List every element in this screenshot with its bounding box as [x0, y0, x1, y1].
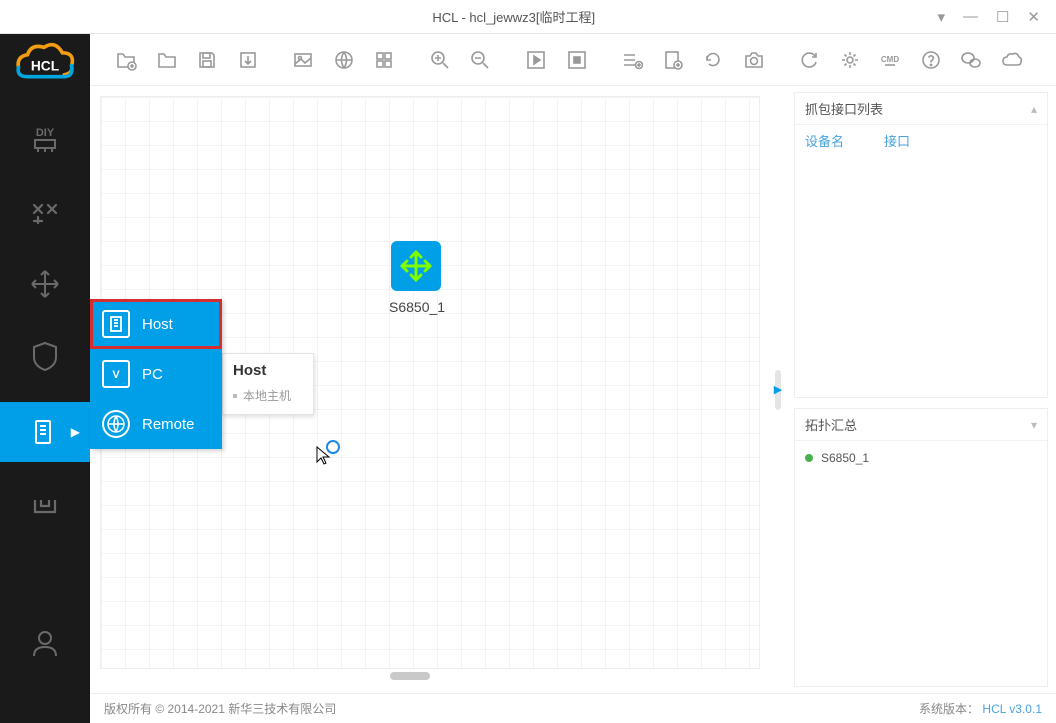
- col-interface[interactable]: 接口: [884, 131, 910, 150]
- new-project-button[interactable]: [110, 43, 142, 77]
- right-panels: 抓包接口列表 ▴ 设备名 接口 拓扑汇总 ▾ S6850_1: [786, 86, 1056, 693]
- scrollbar-thumb[interactable]: [390, 672, 430, 680]
- sidebar-router-icon[interactable]: [23, 262, 67, 306]
- window-title: HCL - hcl_jewwz3[临时工程]: [90, 7, 937, 26]
- panel-header: 抓包接口列表 ▴: [795, 93, 1047, 125]
- list-item-label: S6850_1: [821, 451, 869, 465]
- topology-panel: 拓扑汇总 ▾ S6850_1: [794, 408, 1048, 687]
- cmd-button[interactable]: CMD: [874, 43, 906, 77]
- host-icon: [102, 310, 130, 338]
- horizontal-scrollbar[interactable]: [100, 669, 760, 683]
- pc-icon: V: [102, 360, 130, 388]
- left-sidebar: HCL DIY ▶: [0, 34, 90, 723]
- sidebar-firewall-icon[interactable]: [23, 334, 67, 378]
- stop-button[interactable]: [560, 43, 592, 77]
- export-button[interactable]: [231, 43, 263, 77]
- titlebar: HCL - hcl_jewwz3[临时工程] ▾ — ☐ ✕: [0, 0, 1056, 34]
- maximize-button[interactable]: ☐: [996, 8, 1009, 26]
- capture-panel: 抓包接口列表 ▴ 设备名 接口: [794, 92, 1048, 398]
- sidebar-link-icon[interactable]: [23, 486, 67, 530]
- page-add-button[interactable]: [657, 43, 689, 77]
- submenu-label: Host: [142, 316, 173, 333]
- status-bar: 版权所有 © 2014-2021 新华三技术有限公司 系统版本： HCL v3.…: [90, 693, 1056, 723]
- wechat-button[interactable]: [955, 43, 987, 77]
- svg-text:DIY: DIY: [36, 127, 55, 139]
- zoom-in-button[interactable]: [424, 43, 456, 77]
- chevron-right-icon: ▶: [71, 425, 80, 439]
- svg-text:HCL: HCL: [31, 58, 59, 73]
- cloud-button[interactable]: [995, 43, 1027, 77]
- collapse-icon[interactable]: ▾: [1031, 418, 1037, 432]
- save-button[interactable]: [191, 43, 223, 77]
- remote-icon: [102, 410, 130, 438]
- tooltip-desc: 本地主机: [233, 387, 303, 404]
- list-item[interactable]: S6850_1: [805, 449, 1037, 467]
- help-button[interactable]: [915, 43, 947, 77]
- panel-collapse-handle[interactable]: ▶: [770, 86, 786, 693]
- sidebar-endpoint-icon[interactable]: ▶: [0, 402, 90, 462]
- collapse-icon[interactable]: ▴: [1031, 102, 1037, 116]
- window-controls: ▾ — ☐ ✕: [937, 8, 1056, 26]
- grid-button[interactable]: [368, 43, 400, 77]
- settings-button[interactable]: [834, 43, 866, 77]
- list-add-button[interactable]: [616, 43, 648, 77]
- submenu-item-pc[interactable]: V PC: [90, 349, 222, 399]
- refresh-button[interactable]: [697, 43, 729, 77]
- image-button[interactable]: [287, 43, 319, 77]
- open-project-button[interactable]: [150, 43, 182, 77]
- chevron-right-icon: ▶: [774, 383, 782, 396]
- status-dot-icon: [805, 454, 813, 462]
- device-label: S6850_1: [389, 299, 443, 315]
- panel-header: 拓扑汇总 ▾: [795, 409, 1047, 441]
- panel-title: 抓包接口列表: [805, 99, 883, 118]
- panel-columns: 设备名 接口: [795, 125, 1047, 156]
- copyright-text: 版权所有 © 2014-2021 新华三技术有限公司: [104, 700, 336, 717]
- network-view-button[interactable]: [328, 43, 360, 77]
- capture-list: [795, 156, 1047, 397]
- version-text: 系统版本： HCL v3.0.1: [919, 700, 1042, 717]
- tooltip: Host 本地主机: [222, 353, 314, 415]
- close-button[interactable]: ✕: [1027, 8, 1040, 26]
- toolbar: CMD: [90, 34, 1056, 86]
- bullet-icon: [233, 394, 237, 398]
- zoom-out-button[interactable]: [464, 43, 496, 77]
- sidebar-user-icon[interactable]: [23, 621, 67, 665]
- tooltip-title: Host: [233, 362, 303, 379]
- logo-hcl: HCL: [10, 38, 80, 86]
- submenu-item-remote[interactable]: Remote: [90, 399, 222, 449]
- svg-text:CMD: CMD: [881, 55, 899, 64]
- col-device[interactable]: 设备名: [805, 131, 844, 150]
- endpoint-submenu: Host V PC Remote: [90, 299, 222, 449]
- sidebar-switch-icon[interactable]: [23, 190, 67, 234]
- submenu-item-host[interactable]: Host: [90, 299, 222, 349]
- device-node[interactable]: S6850_1: [389, 241, 443, 315]
- submenu-label: PC: [142, 366, 163, 383]
- submenu-label: Remote: [142, 416, 195, 433]
- minimize-button[interactable]: —: [963, 8, 978, 25]
- sidebar-diy-icon[interactable]: DIY: [23, 118, 67, 162]
- refresh-all-button[interactable]: [793, 43, 825, 77]
- play-button[interactable]: [520, 43, 552, 77]
- dropdown-icon[interactable]: ▾: [937, 8, 945, 26]
- topology-list: S6850_1: [795, 441, 1047, 686]
- switch-icon: [391, 241, 441, 291]
- svg-text:V: V: [112, 369, 120, 381]
- camera-button[interactable]: [737, 43, 769, 77]
- panel-title: 拓扑汇总: [805, 415, 857, 434]
